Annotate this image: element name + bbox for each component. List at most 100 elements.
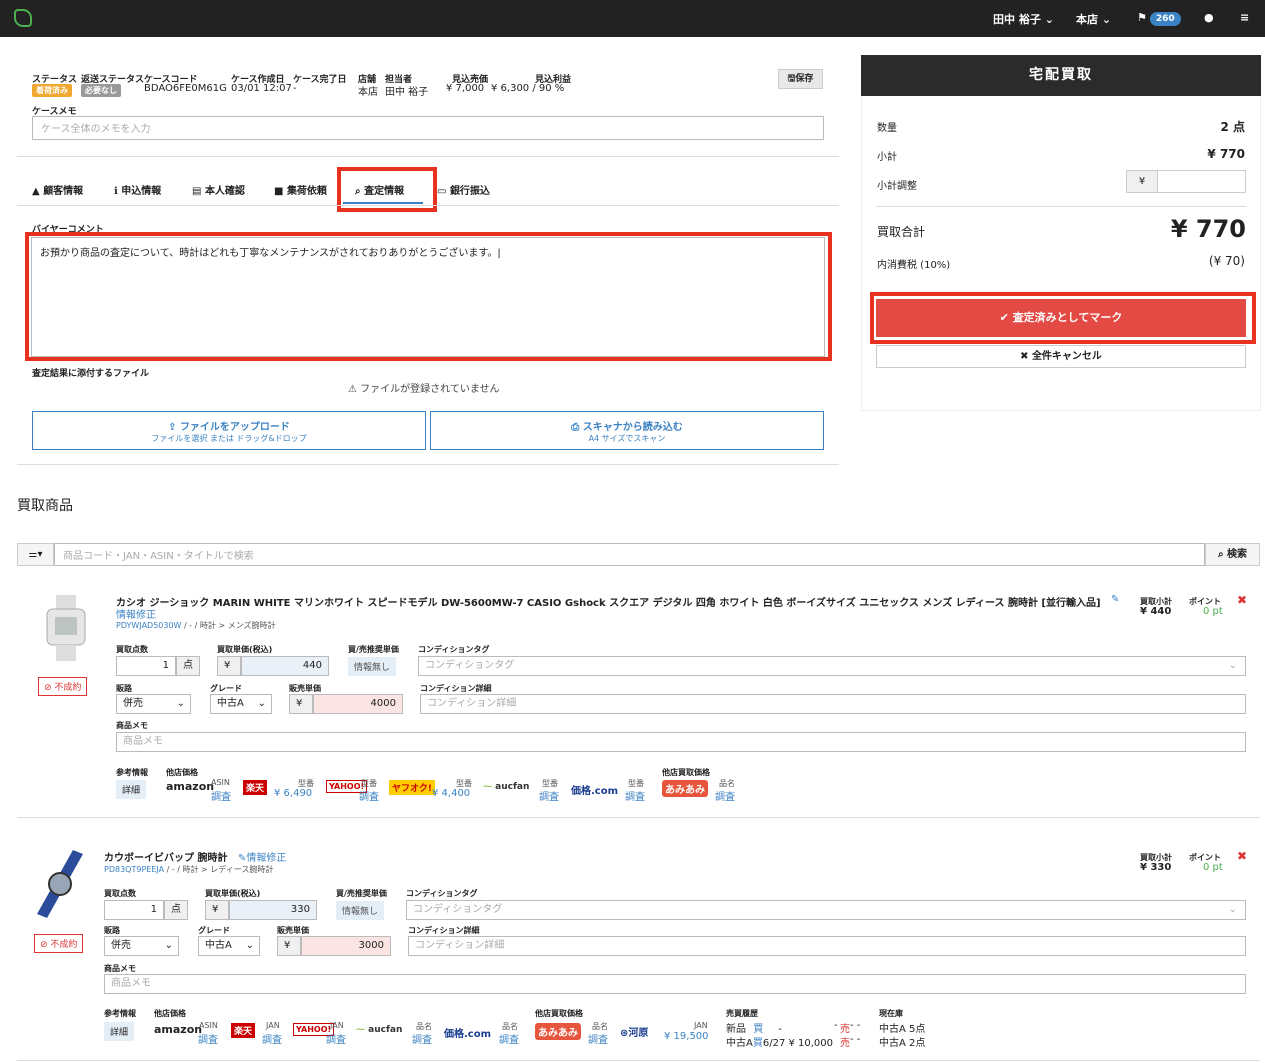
cond-detail-input[interactable]: コンディション詳細 <box>408 936 1246 956</box>
highlight-frame-mark <box>870 292 1256 344</box>
aucfan-logo[interactable]: ⁓ aucfan <box>356 1025 402 1035</box>
buy-price-label: 買取単価(税込) <box>217 645 273 654</box>
amiami-search-link[interactable]: 調査 <box>588 1031 608 1046</box>
summary-title: 宅配買取 <box>861 55 1261 96</box>
tab-identity[interactable]: ▤ 本人確認 <box>192 182 245 197</box>
app-logo-icon[interactable] <box>14 9 32 27</box>
item-memo-input[interactable]: 商品メモ <box>104 974 1246 994</box>
flag-count-badge: 260 <box>1149 12 1181 26</box>
amiami-search-link[interactable]: 調査 <box>715 788 735 803</box>
hamburger-menu-icon[interactable]: ≡ <box>1240 11 1249 24</box>
channel-select[interactable]: 併売 ⌄ <box>104 936 179 956</box>
aucfan-search-link[interactable]: 調査 <box>412 1031 432 1046</box>
detail-button[interactable]: 詳細 <box>116 780 147 799</box>
tax-value: (¥ 70) <box>1208 254 1245 268</box>
cond-detail-input[interactable]: コンディション詳細 <box>420 694 1246 714</box>
money-icon: ▭ <box>437 186 447 197</box>
rakuten-search-link[interactable]: 調査 <box>262 1031 282 1046</box>
highlight-frame-comment <box>25 232 832 361</box>
kakaku-search-link[interactable]: 調査 <box>625 788 645 803</box>
aucfan-search-link[interactable]: 調査 <box>539 788 559 803</box>
amiami-logo[interactable]: あみあみ <box>662 780 708 797</box>
other-price-label: 他店価格 <box>154 1009 186 1018</box>
grade-label: グレード <box>210 684 242 693</box>
status-badge: 着荷済み <box>32 83 72 97</box>
staff-value: 田中 裕子 <box>385 87 429 98</box>
buy-price-input[interactable]: 440 <box>241 656 329 676</box>
divider <box>17 156 839 157</box>
channel-select[interactable]: 併売 ⌄ <box>116 694 191 714</box>
amazon-search-link[interactable]: 調査 <box>211 788 231 803</box>
chevron-down-icon: ⌄ <box>1101 13 1112 26</box>
not-contracted-button[interactable]: ⊘ 不成約 <box>38 677 88 696</box>
edit-info-link[interactable]: ✎情報修正 <box>238 849 286 864</box>
scan-button[interactable]: ⎙ スキャナから読み込む A4 サイズでスキャン <box>430 411 824 450</box>
chevron-down-icon: ⌄ <box>1044 13 1054 26</box>
qty-label: 買取点数 <box>104 889 136 898</box>
ref-label: 参考情報 <box>104 1009 136 1018</box>
yahoo-search-link[interactable]: 調査 <box>326 1031 346 1046</box>
flag-icon: ⚑ <box>1137 11 1147 24</box>
user-menu[interactable]: 田中 裕子 ⌄ <box>993 11 1054 27</box>
est-sales-value: ¥ 7,000 <box>446 83 485 94</box>
qty-input[interactable]: 1 <box>104 900 164 920</box>
watch-image <box>46 595 86 661</box>
memo-label: 商品メモ <box>116 721 148 730</box>
yen-prefix: ¥ <box>277 936 301 956</box>
product-search-input[interactable]: 商品コード・JAN・ASIN・タイトルで検索 <box>54 543 1205 566</box>
store-menu[interactable]: 本店 ⌄ <box>1076 11 1111 27</box>
rakuten-logo[interactable]: 楽天 <box>231 1023 256 1038</box>
case-memo-input[interactable]: ケース全体のメモを入力 <box>32 116 824 140</box>
edit-info-link[interactable]: 情報修正 <box>116 606 156 621</box>
amazon-logo[interactable]: amazon <box>166 780 214 793</box>
ban-icon: ⊘ <box>40 940 48 950</box>
rakuten-logo[interactable]: 楽天 <box>243 780 268 795</box>
item-point: 0 pt <box>1203 606 1223 617</box>
tab-application[interactable]: ℹ 申込情報 <box>114 182 161 197</box>
close-icon: ✖ <box>1020 351 1029 362</box>
aucfan-logo[interactable]: ⁓ aucfan <box>483 782 529 792</box>
subtotal-adjust-input[interactable] <box>1157 170 1246 193</box>
history-label: 売買履歴 <box>726 1009 758 1018</box>
grade-select[interactable]: 中古A ⌄ <box>210 694 272 714</box>
cond-tag-select[interactable]: コンディションタグ ⌄ <box>406 900 1246 920</box>
pencil-icon[interactable]: ✎ <box>1111 594 1119 605</box>
save-button[interactable]: 🖫保存 <box>778 69 823 89</box>
kakaku-search-link[interactable]: 調査 <box>499 1031 519 1046</box>
buy-price-input[interactable]: 330 <box>229 900 317 920</box>
item-memo-input[interactable]: 商品メモ <box>116 732 1246 752</box>
yahoo-search-link[interactable]: 調査 <box>359 788 379 803</box>
grade-select[interactable]: 中古A ⌄ <box>198 936 260 956</box>
chat-icon[interactable]: ● <box>1204 11 1214 24</box>
search-button[interactable]: ⌕ 検索 <box>1205 543 1260 566</box>
not-contracted-button[interactable]: ⊘ 不成約 <box>34 934 84 953</box>
tab-bank-transfer[interactable]: ▭ 銀行振込 <box>437 182 490 197</box>
upload-file-button[interactable]: ⇪ ファイルをアップロード ファイルを選択 または ドラッグ&ドロップ <box>32 411 426 450</box>
remove-item-icon[interactable]: ✖ <box>1237 849 1247 863</box>
yahuoku-price[interactable]: ¥ 4,400 <box>432 788 470 799</box>
amiami-logo[interactable]: あみあみ <box>535 1023 581 1040</box>
remove-item-icon[interactable]: ✖ <box>1237 593 1247 607</box>
cond-tag-select[interactable]: コンディションタグ ⌄ <box>418 656 1246 676</box>
kakaku-logo[interactable]: 価格.com <box>444 1025 491 1040</box>
amazon-search-link[interactable]: 調査 <box>198 1031 218 1046</box>
adjust-label: 小計調整 <box>877 181 917 192</box>
amazon-logo[interactable]: amazon <box>154 1023 202 1036</box>
sell-price-input[interactable]: 3000 <box>301 936 391 956</box>
detail-button[interactable]: 詳細 <box>104 1022 135 1041</box>
kawaya-logo[interactable]: ⊛河原 <box>620 1024 648 1039</box>
sell-price-input[interactable]: 4000 <box>313 694 403 714</box>
item-point: 0 pt <box>1203 862 1223 873</box>
yen-prefix: ¥ <box>205 900 229 920</box>
tab-customer[interactable]: ▲ 顧客情報 <box>32 182 83 197</box>
filter-button[interactable]: ⚌▾ <box>17 543 54 566</box>
yahuoku-logo[interactable]: ヤフオク! <box>389 780 435 795</box>
cancel-all-button[interactable]: ✖ 全件キャンセル <box>876 345 1246 368</box>
qty-input[interactable]: 1 <box>116 656 176 676</box>
tab-pickup[interactable]: ■ 集荷依頼 <box>274 182 327 197</box>
flag-notifications[interactable]: ⚑ 260 <box>1137 11 1181 26</box>
chevron-down-icon: ⌄ <box>164 940 173 951</box>
rakuten-price[interactable]: ¥ 6,490 <box>274 788 312 799</box>
kawaya-price[interactable]: ¥ 19,500 <box>664 1031 709 1042</box>
kakaku-logo[interactable]: 価格.com <box>571 782 618 797</box>
